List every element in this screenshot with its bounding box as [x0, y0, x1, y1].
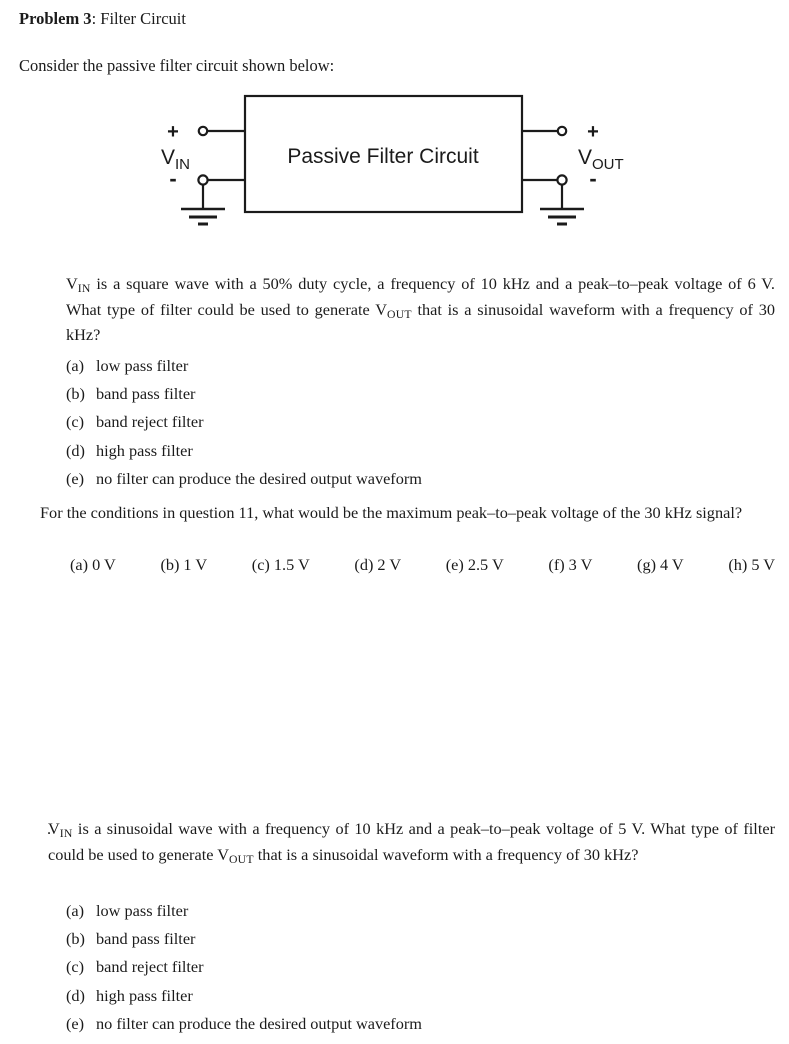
- question-2-text: For the conditions in question 11, what …: [40, 503, 743, 522]
- choice-item[interactable]: (b) band pass filter: [66, 380, 422, 408]
- choice-label: (h): [728, 555, 748, 574]
- choice-item[interactable]: (c) band reject filter: [66, 408, 422, 436]
- question-2-choices: (a) 0 V (b) 1 V (c) 1.5 V (d) 2 V (e) 2.5 V (…: [70, 554, 775, 576]
- input-ground-symbol: [181, 207, 225, 226]
- question-3-body-b: that is a sinusoidal waveform with a fre…: [253, 844, 639, 864]
- document-page: Problem 3: Filter Circuit Consider the p…: [0, 0, 789, 1044]
- choice-text: band pass filter: [96, 929, 196, 949]
- choice-item[interactable]: (e) no filter can produce the desired ou…: [66, 465, 422, 493]
- problem-number: Problem 3: [19, 9, 92, 28]
- output-plus-terminal: [556, 125, 568, 137]
- vin-subscript: IN: [59, 827, 73, 841]
- filter-box-label: Passive Filter Circuit: [287, 145, 479, 168]
- choice-item[interactable]: (c) 1.5 V: [252, 554, 310, 576]
- output-voltage-label: VOUT: [578, 146, 624, 173]
- choice-label: (c): [66, 412, 85, 432]
- vout-subscript: OUT: [229, 852, 254, 866]
- choice-label: (b): [66, 384, 85, 404]
- vin-subscript: IN: [77, 282, 91, 296]
- choice-text: 3 V: [568, 555, 593, 574]
- choice-label: (d): [66, 985, 85, 1005]
- intro-text: Consider the passive filter circuit show…: [19, 56, 335, 75]
- output-ground-symbol: [540, 207, 584, 226]
- choice-text: 4 V: [660, 555, 684, 574]
- choice-item[interactable]: (d) high pass filter: [66, 982, 422, 1010]
- choice-text: 1.5 V: [273, 555, 310, 574]
- choice-text: no filter can produce the desired output…: [96, 468, 422, 488]
- choice-item[interactable]: (g) 4 V: [637, 554, 684, 576]
- vin-symbol: V: [66, 274, 78, 293]
- question-3-text: VIN is a sinusoidal wave with a frequenc…: [48, 817, 775, 868]
- vout-subscript: OUT: [387, 307, 412, 321]
- choice-text: band reject filter: [96, 412, 204, 432]
- input-minus-label: -: [169, 166, 176, 191]
- choice-label: (g): [637, 555, 657, 574]
- choice-label: (b): [160, 555, 180, 574]
- choice-text: 0 V: [92, 555, 116, 574]
- input-plus-terminal: [197, 125, 209, 137]
- input-plus-label: +: [167, 121, 179, 143]
- choice-item[interactable]: (a) low pass filter: [66, 897, 422, 925]
- choice-text: 1 V: [183, 555, 208, 574]
- choice-label: (a): [70, 555, 89, 574]
- choice-label: (a): [66, 356, 85, 375]
- choice-item[interactable]: (f) 3 V: [548, 554, 592, 576]
- choice-item[interactable]: (d) 2 V: [354, 554, 401, 576]
- choice-text: no filter can produce the desired output…: [96, 1013, 422, 1033]
- choice-label: (c): [66, 957, 85, 977]
- choice-label: (f): [548, 555, 565, 574]
- choice-item[interactable]: (d) high pass filter: [66, 437, 422, 465]
- choice-item[interactable]: (e) no filter can produce the desired ou…: [66, 1010, 422, 1038]
- choice-label: (b): [66, 929, 85, 949]
- choice-item[interactable]: (a) low pass filter: [66, 352, 422, 380]
- choice-item[interactable]: (b) band pass filter: [66, 925, 422, 953]
- choice-text: high pass filter: [96, 440, 193, 460]
- choice-item[interactable]: (c) band reject filter: [66, 953, 422, 981]
- input-minus-terminal: [197, 174, 209, 186]
- choice-text: band reject filter: [96, 957, 204, 977]
- choice-text: 5 V: [751, 555, 776, 574]
- choice-text: low pass filter: [96, 901, 189, 920]
- output-minus-label: -: [589, 166, 596, 191]
- choice-item[interactable]: (h) 5 V: [728, 554, 775, 576]
- vout-symbol: V: [217, 844, 230, 864]
- choice-text: 2 V: [377, 555, 402, 574]
- choice-text: high pass filter: [96, 985, 193, 1005]
- choice-item[interactable]: (e) 2.5 V: [446, 554, 504, 576]
- choice-item[interactable]: (a) 0 V: [70, 554, 116, 576]
- question-1-text: VIN is a square wave with a 50% duty cyc…: [66, 272, 775, 347]
- output-plus-label: +: [587, 121, 599, 143]
- choice-text: 2.5 V: [467, 555, 504, 574]
- choice-text: band pass filter: [96, 384, 196, 404]
- question-1-choices: (a) low pass filter (b) band pass filter…: [66, 352, 422, 493]
- question-3-choices: (a) low pass filter (b) band pass filter…: [66, 897, 422, 1038]
- choice-label: (e): [445, 555, 464, 574]
- output-minus-terminal: [556, 174, 568, 186]
- problem-subtitle: : Filter Circuit: [91, 9, 186, 28]
- choice-label: (e): [66, 1013, 85, 1033]
- filter-circuit-diagram: Passive Filter Circuit + VIN - + VOUT -: [150, 85, 650, 240]
- choice-label: (d): [354, 555, 374, 574]
- choice-label: (c): [251, 555, 270, 574]
- page-title: Problem 3: Filter Circuit: [19, 9, 186, 29]
- vout-symbol: V: [375, 299, 388, 319]
- choice-label: (e): [66, 468, 85, 488]
- choice-label: (d): [66, 440, 85, 460]
- choice-item[interactable]: (b) 1 V: [160, 554, 207, 576]
- choice-label: (a): [66, 901, 85, 920]
- vin-symbol: V: [48, 819, 60, 838]
- choice-text: low pass filter: [96, 356, 189, 375]
